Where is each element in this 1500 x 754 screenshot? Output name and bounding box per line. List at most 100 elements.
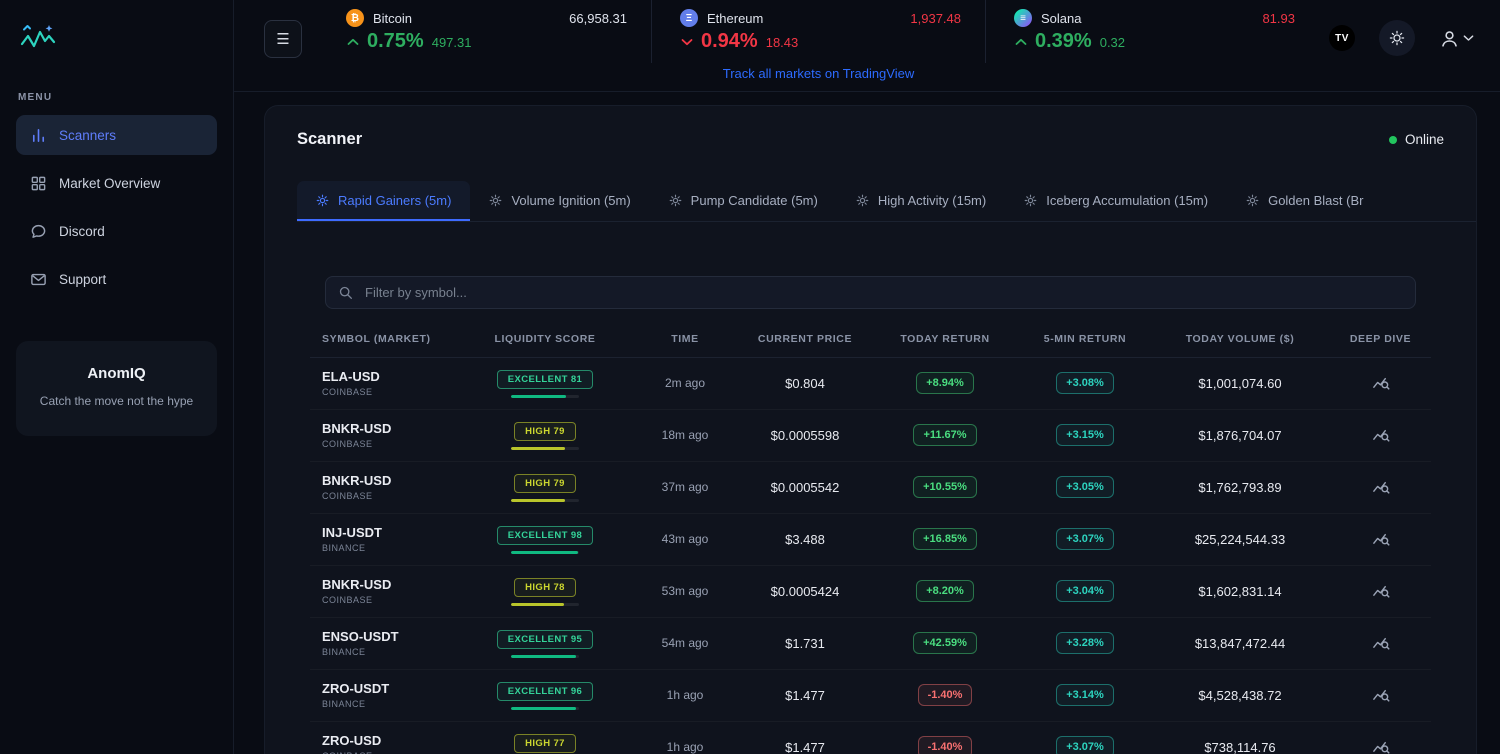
online-dot-icon <box>1389 136 1397 144</box>
liquidity-bar-fill <box>511 447 565 450</box>
tab-volume-ignition-5m[interactable]: Volume Ignition (5m) <box>470 181 649 221</box>
liquidity-bar <box>511 707 579 710</box>
account-menu-button[interactable] <box>1439 28 1474 49</box>
price-cell: $0.0005424 <box>740 584 870 599</box>
scanner-tabs: Rapid Gainers (5m)Volume Ignition (5m)Pu… <box>297 181 1476 222</box>
ticker-solana[interactable]: ≡Solana81.930.39%0.32 <box>985 0 1319 63</box>
liquidity-bar-fill <box>511 551 578 554</box>
deep-dive-cell <box>1330 680 1431 710</box>
deep-dive-button[interactable] <box>1367 472 1394 502</box>
table-row: BNKR-USDCOINBASEHIGH 7918m ago$0.0005598… <box>310 410 1431 462</box>
ticker-top: ₿Bitcoin66,958.31 <box>346 9 627 27</box>
tab-iceberg-accumulation-15m[interactable]: Iceberg Accumulation (15m) <box>1005 181 1227 221</box>
liquidity-bar <box>511 447 579 450</box>
ticker-top: ≡Solana81.93 <box>1014 9 1295 27</box>
deep-dive-button[interactable] <box>1367 524 1394 554</box>
app: { "theme": { "accent_blue": "#4b7bff", "… <box>0 0 1500 754</box>
sidebar-item-label: Discord <box>59 224 105 239</box>
symbol-label: ENSO-USDT <box>322 629 460 644</box>
today-return-cell: +11.67% <box>870 424 1020 446</box>
symbol-label: BNKR-USD <box>322 473 460 488</box>
symbol-label: BNKR-USD <box>322 577 460 592</box>
deep-dive-button[interactable] <box>1367 420 1394 450</box>
hamburger-button[interactable]: ☰ <box>264 20 302 58</box>
gear-icon <box>1246 194 1259 207</box>
col-liquidity: LIQUIDITY SCORE <box>460 333 630 345</box>
ticker-row: ₿Bitcoin66,958.310.75%497.31ΞEthereum1,9… <box>318 0 1319 63</box>
deep-dive-button[interactable] <box>1367 680 1394 710</box>
symbol-filter <box>325 276 1416 309</box>
sidebar-item-support[interactable]: Support <box>16 259 217 299</box>
market-label: BINANCE <box>322 543 460 553</box>
deep-dive-button[interactable] <box>1367 368 1394 398</box>
ticker-change: 0.94% 18.43 <box>680 30 961 53</box>
volume-cell: $1,876,704.07 <box>1150 428 1330 443</box>
five-min-return-badge: +3.04% <box>1056 580 1114 602</box>
table-row: ZRO-USDCOINBASEHIGH 771h ago$1.477-1.40%… <box>310 722 1431 754</box>
symbol-cell: BNKR-USDCOINBASE <box>310 473 460 501</box>
liquidity-bar-fill <box>511 603 564 606</box>
sidebar-item-discord[interactable]: Discord <box>16 211 217 251</box>
tradingview-logo-icon[interactable]: TV <box>1329 25 1355 51</box>
chevron-up-icon <box>347 38 359 46</box>
gear-icon <box>669 194 682 207</box>
liquidity-badge: EXCELLENT 81 <box>497 370 593 389</box>
time-cell: 2m ago <box>630 376 740 390</box>
tradingview-link[interactable]: Track all markets on TradingView <box>318 63 1319 91</box>
tab-golden-blast-br[interactable]: Golden Blast (Br <box>1227 181 1382 221</box>
deep-dive-cell <box>1330 368 1431 398</box>
deep-dive-cell <box>1330 732 1431 754</box>
five-min-return-cell: +3.14% <box>1020 684 1150 706</box>
today-return-badge: +8.94% <box>916 372 974 394</box>
ticker-ethereum[interactable]: ΞEthereum1,937.480.94%18.43 <box>651 0 985 63</box>
table-row: ZRO-USDTBINANCEEXCELLENT 961h ago$1.477-… <box>310 670 1431 722</box>
status-label: Online <box>1405 132 1444 147</box>
today-return-cell: +8.94% <box>870 372 1020 394</box>
theme-toggle-button[interactable] <box>1379 20 1415 56</box>
sun-icon <box>1389 30 1405 46</box>
ticker-price: 81.93 <box>1262 11 1295 26</box>
top-actions: TV <box>1319 20 1500 56</box>
symbol-filter-input[interactable] <box>363 284 1403 301</box>
today-return-badge: -1.40% <box>918 736 973 754</box>
sidebar-item-market-overview[interactable]: Market Overview <box>16 163 217 203</box>
sidebar-item-scanners[interactable]: Scanners <box>16 115 217 155</box>
tab-high-activity-15m[interactable]: High Activity (15m) <box>837 181 1005 221</box>
liquidity-cell: EXCELLENT 96 <box>460 681 630 710</box>
liquidity-bar <box>511 551 579 554</box>
ticker-price: 66,958.31 <box>569 11 627 26</box>
ticker-change-percent: 0.94% <box>701 30 758 53</box>
ticker-change: 0.75% 497.31 <box>346 30 627 53</box>
time-cell: 53m ago <box>630 584 740 598</box>
gear-icon <box>316 194 329 207</box>
ticker-name: Bitcoin <box>373 11 412 26</box>
time-cell: 43m ago <box>630 532 740 546</box>
ticker-change-abs: 497.31 <box>432 35 472 50</box>
tab-pump-candidate-5m[interactable]: Pump Candidate (5m) <box>650 181 837 221</box>
col-today-return: TODAY RETURN <box>870 333 1020 345</box>
volume-cell: $25,224,544.33 <box>1150 532 1330 547</box>
market-label: COINBASE <box>322 387 460 397</box>
liquidity-cell: EXCELLENT 98 <box>460 525 630 554</box>
price-cell: $3.488 <box>740 532 870 547</box>
deep-dive-button[interactable] <box>1367 628 1394 658</box>
price-cell: $1.731 <box>740 636 870 651</box>
ethereum-icon: Ξ <box>680 9 698 27</box>
solana-icon: ≡ <box>1014 9 1032 27</box>
today-return-cell: +16.85% <box>870 528 1020 550</box>
ticker-change-abs: 18.43 <box>766 35 799 50</box>
liquidity-bar <box>511 603 579 606</box>
ticker-bitcoin[interactable]: ₿Bitcoin66,958.310.75%497.31 <box>318 0 651 63</box>
deep-dive-button[interactable] <box>1367 732 1394 754</box>
person-icon <box>1439 28 1460 49</box>
liquidity-cell: HIGH 77 <box>460 733 630 754</box>
bar-chart-icon <box>30 127 47 144</box>
today-return-cell: +10.55% <box>870 476 1020 498</box>
time-cell: 54m ago <box>630 636 740 650</box>
deep-dive-button[interactable] <box>1367 576 1394 606</box>
symbol-label: INJ-USDT <box>322 525 460 540</box>
ticker-change-percent: 0.75% <box>367 30 424 53</box>
top-bar: ☰ ₿Bitcoin66,958.310.75%497.31ΞEthereum1… <box>234 0 1500 92</box>
symbol-cell: ENSO-USDTBINANCE <box>310 629 460 657</box>
tab-rapid-gainers-5m[interactable]: Rapid Gainers (5m) <box>297 181 470 221</box>
